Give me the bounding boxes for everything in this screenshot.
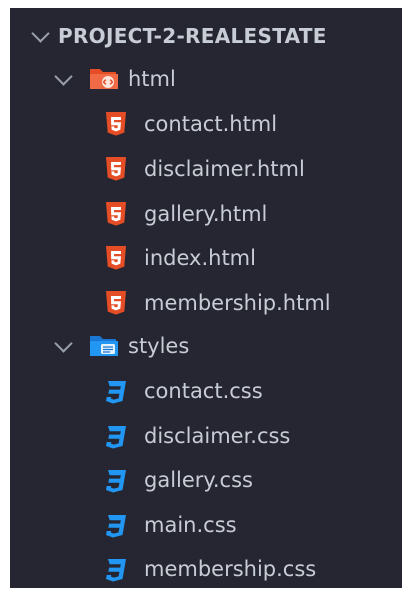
file-row-contact-css[interactable]: contact.css <box>10 371 402 411</box>
file-row-disclaimer-html[interactable]: disclaimer.html <box>10 149 402 189</box>
file-label: main.css <box>144 513 237 537</box>
file-label: disclaimer.html <box>144 157 305 181</box>
file-label: membership.css <box>144 557 317 581</box>
file-label: contact.css <box>144 379 263 403</box>
chevron-down-icon[interactable] <box>54 66 73 86</box>
css3-icon <box>106 515 126 538</box>
css3-icon <box>106 470 126 493</box>
file-label: gallery.html <box>144 202 268 226</box>
css3-icon <box>106 426 126 449</box>
html5-icon <box>106 202 126 226</box>
file-row-gallery-css[interactable]: gallery.css <box>10 460 402 500</box>
folder-label-html: html <box>128 67 176 91</box>
file-label: gallery.css <box>144 468 253 492</box>
html5-icon <box>106 291 126 315</box>
file-row-disclaimer-css[interactable]: disclaimer.css <box>10 416 402 456</box>
file-label: contact.html <box>144 112 278 136</box>
chevron-down-icon[interactable] <box>31 23 50 43</box>
file-label: membership.html <box>144 291 331 315</box>
file-label: disclaimer.css <box>144 424 291 448</box>
folder-row-styles[interactable]: styles <box>10 326 402 366</box>
html5-icon <box>106 157 126 181</box>
html-folder-icon <box>90 69 118 89</box>
file-row-main-css[interactable]: main.css <box>10 505 402 545</box>
file-explorer: PROJECT-2-REALESTATE html contact.html d… <box>10 8 402 588</box>
project-root-label: PROJECT-2-REALESTATE <box>58 24 327 48</box>
file-row-membership-html[interactable]: membership.html <box>10 283 402 323</box>
html5-icon <box>106 112 126 136</box>
css3-icon <box>106 559 126 582</box>
project-root-row[interactable]: PROJECT-2-REALESTATE <box>10 16 402 56</box>
file-row-contact-html[interactable]: contact.html <box>10 104 402 144</box>
file-label: index.html <box>144 246 256 270</box>
file-row-gallery-html[interactable]: gallery.html <box>10 194 402 234</box>
file-row-index-html[interactable]: index.html <box>10 238 402 278</box>
file-row-membership-css[interactable]: membership.css <box>10 549 402 588</box>
css-folder-icon <box>90 336 118 356</box>
css3-icon <box>106 381 126 404</box>
html5-icon <box>106 246 126 270</box>
folder-row-html[interactable]: html <box>10 59 402 99</box>
folder-label-styles: styles <box>128 334 190 358</box>
chevron-down-icon[interactable] <box>54 333 73 353</box>
